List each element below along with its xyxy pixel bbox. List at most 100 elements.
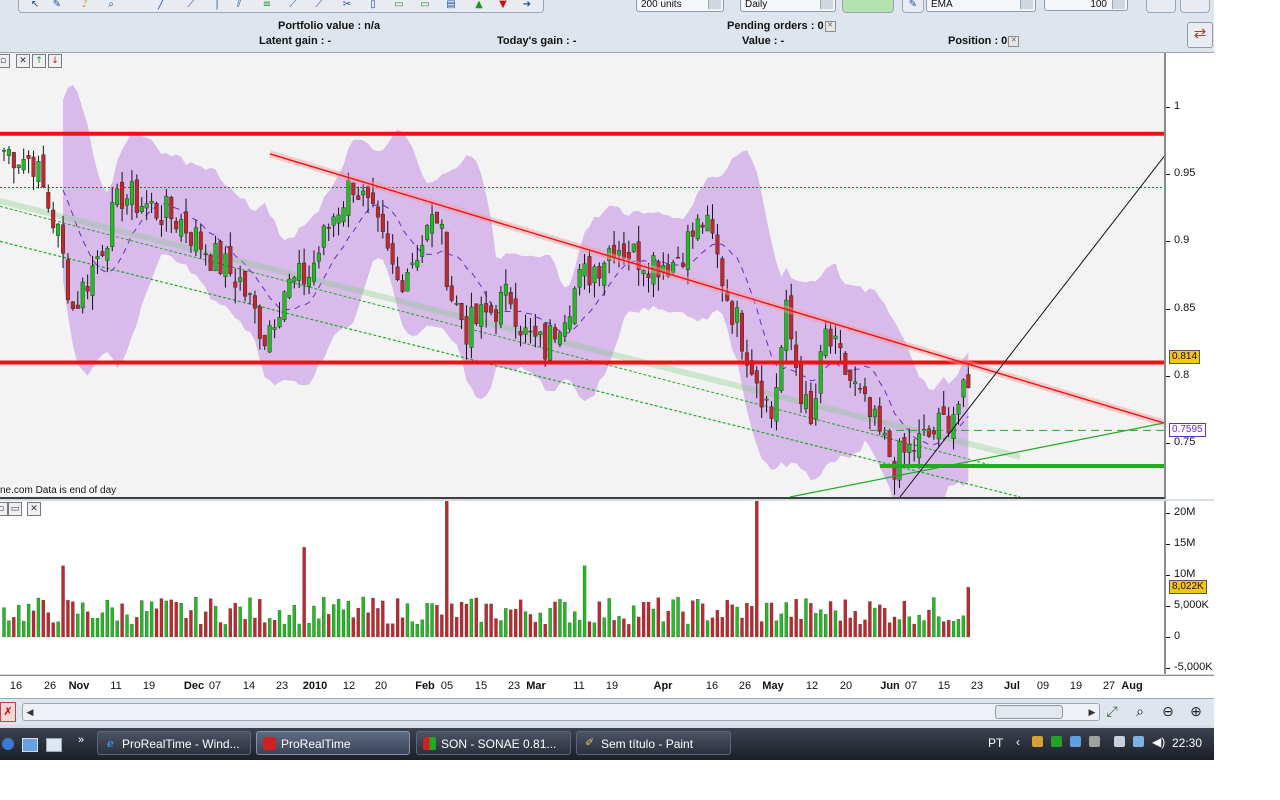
text-tool-icon[interactable]: ▯ xyxy=(365,0,381,11)
pane-up-icon[interactable]: ↑ xyxy=(32,54,46,68)
scrollbar-thumb[interactable] xyxy=(995,705,1063,719)
volume-bar xyxy=(90,618,95,638)
volume-chart-pane[interactable]: ▫ ▭ ✕ xyxy=(0,501,1165,674)
delete-drawings-icon[interactable]: ✗ xyxy=(0,702,16,722)
candle-body xyxy=(680,262,685,267)
position-close-icon[interactable]: ✕ xyxy=(1008,35,1020,47)
candle-body xyxy=(282,291,287,320)
layout-button[interactable] xyxy=(1146,0,1176,13)
note-tool-icon[interactable]: ▤ xyxy=(443,0,459,11)
candle-body xyxy=(833,335,838,340)
pane-close-icon[interactable]: ✕ xyxy=(27,502,41,516)
bell-alert-icon[interactable]: ♪ xyxy=(77,0,93,11)
period-combo[interactable]: Daily xyxy=(740,0,836,12)
parallel-tool-icon[interactable]: ⟋ xyxy=(285,0,301,11)
taskbar-button-paint[interactable]: ✐ Sem título - Paint xyxy=(576,731,731,755)
tray-signal-icon[interactable] xyxy=(1089,736,1100,747)
buy-arrow-icon[interactable]: ▲ xyxy=(471,0,487,11)
tray-network-icon[interactable] xyxy=(1070,736,1081,747)
trendline-tool-icon[interactable]: ╱ xyxy=(153,0,169,11)
quicklaunch-expand-icon[interactable]: » xyxy=(78,734,84,746)
ie-quicklaunch-icon[interactable] xyxy=(2,738,14,750)
horizontal-scrollbar[interactable]: ◀ ▶ xyxy=(22,703,1100,721)
taskbar-button-ie[interactable]: e ProRealTime - Wind... xyxy=(97,731,251,755)
pencil-tool-icon[interactable]: ✎ xyxy=(49,0,65,11)
volume-bar xyxy=(946,620,951,638)
zoom-out-icon[interactable]: ⊖ xyxy=(1158,702,1178,720)
volume-bar xyxy=(381,600,385,638)
volume-bar xyxy=(218,622,223,638)
candle-body xyxy=(818,351,823,394)
zoom-in-icon[interactable]: ⊕ xyxy=(1186,702,1206,720)
pane-maximize-icon[interactable]: ▭ xyxy=(8,502,22,516)
window-button[interactable] xyxy=(1180,0,1210,13)
tray-expand-icon[interactable]: ‹ xyxy=(1016,735,1020,749)
price-axis[interactable]: 1 0.95 0.9 0.85 0.8 0.75 0.814 0.7595 xyxy=(1165,53,1214,499)
desktop-quicklaunch-icon[interactable] xyxy=(22,738,38,752)
price-chart-pane[interactable]: ▫ ✕ ↑ ↓ ne.com Data is end of day xyxy=(0,53,1165,499)
pending-orders-close-icon[interactable]: ✕ xyxy=(824,20,836,32)
volume-icon[interactable]: ◀) xyxy=(1152,735,1165,749)
pane-maximize-icon[interactable]: ▫ xyxy=(0,54,10,68)
candle-body xyxy=(356,195,361,200)
green-zone-tool-icon[interactable]: ▭ xyxy=(417,0,433,11)
volume-bar xyxy=(479,621,483,638)
indicator-combo[interactable]: EMA xyxy=(926,0,1036,12)
volume-bar xyxy=(346,600,351,638)
pane-settings-icon[interactable]: ▫ xyxy=(0,502,8,516)
volume-bar xyxy=(204,611,208,638)
auto-scale-icon[interactable]: ⤢ xyxy=(1102,702,1122,720)
chart-type-button[interactable] xyxy=(842,0,894,13)
sell-arrow-icon[interactable]: ▼ xyxy=(495,0,511,11)
price-chart-svg[interactable] xyxy=(0,53,1164,497)
volume-bar xyxy=(961,615,966,638)
vertical-line-tool-icon[interactable]: │ xyxy=(209,0,225,11)
refresh-icon[interactable]: ⇄ xyxy=(1187,22,1213,48)
language-indicator[interactable]: PT xyxy=(988,736,1003,750)
fibonacci-tool-icon[interactable]: ≡ xyxy=(259,0,275,11)
window-quicklaunch-icon[interactable] xyxy=(46,738,62,752)
volume-bar xyxy=(764,602,769,638)
volume-axis[interactable]: 20M 15M 10M 5,000K 0 -5,000K 8,022K xyxy=(1165,501,1214,674)
pane-close-icon[interactable]: ✕ xyxy=(16,54,30,68)
scissors-tool-icon[interactable]: ✂ xyxy=(339,0,355,11)
indicator-edit-button[interactable]: ✎ xyxy=(902,0,924,13)
scroll-right-icon[interactable]: ▶ xyxy=(1085,704,1099,720)
candle-body xyxy=(597,266,602,279)
candle-body xyxy=(474,303,479,324)
volume-bar xyxy=(804,598,808,638)
volume-bar xyxy=(297,623,301,638)
cursor-tool-icon[interactable]: ↖ xyxy=(27,0,43,11)
pane-down-icon[interactable]: ↓ xyxy=(48,54,62,68)
multi-line-tool-icon[interactable]: ⟋ xyxy=(311,0,327,11)
green-line-tool-icon[interactable]: ▭ xyxy=(391,0,407,11)
units-combo[interactable]: 200 units xyxy=(636,0,724,12)
date-axis[interactable]: 16 26 Nov 11 19 Dec 07 14 23 2010 12 20 Feb 05 15 23 Mar… xyxy=(0,675,1214,698)
zoom-box-icon[interactable]: ⌕ xyxy=(1130,702,1150,720)
taskbar-button-prorealtime[interactable]: ProRealTime xyxy=(256,731,410,755)
channel-tool-icon[interactable]: ⫽ xyxy=(231,0,247,11)
candle-body xyxy=(823,328,828,356)
volume-bar xyxy=(2,607,6,638)
ray-tool-icon[interactable]: ⟋ xyxy=(183,0,199,11)
volume-tick-mark xyxy=(1166,606,1170,608)
candle-body xyxy=(223,253,228,277)
tray-device-icon[interactable] xyxy=(1114,736,1125,747)
count-combo[interactable]: 100 xyxy=(1044,0,1128,11)
clock[interactable]: 22:30 xyxy=(1172,736,1202,750)
volume-tick-label: 10M xyxy=(1174,568,1196,581)
tray-monitor-icon[interactable] xyxy=(1133,736,1144,747)
candle-body xyxy=(120,181,125,209)
volume-bar xyxy=(873,607,877,638)
taskbar-button-son-sonae[interactable]: SON - SONAE 0.81... xyxy=(416,731,571,755)
arrow-right-icon[interactable]: ➜ xyxy=(519,0,535,11)
date-label: Dec xyxy=(183,680,205,692)
date-label: 16 xyxy=(705,680,719,692)
volume-bar xyxy=(366,612,370,638)
volume-chart-svg[interactable] xyxy=(0,501,1164,674)
tray-app-icon[interactable] xyxy=(1032,736,1043,747)
tray-green-icon[interactable] xyxy=(1051,736,1062,747)
zoom-tool-icon[interactable]: ⌕ xyxy=(103,0,119,11)
scroll-left-icon[interactable]: ◀ xyxy=(23,704,37,720)
candle-body xyxy=(149,201,154,204)
